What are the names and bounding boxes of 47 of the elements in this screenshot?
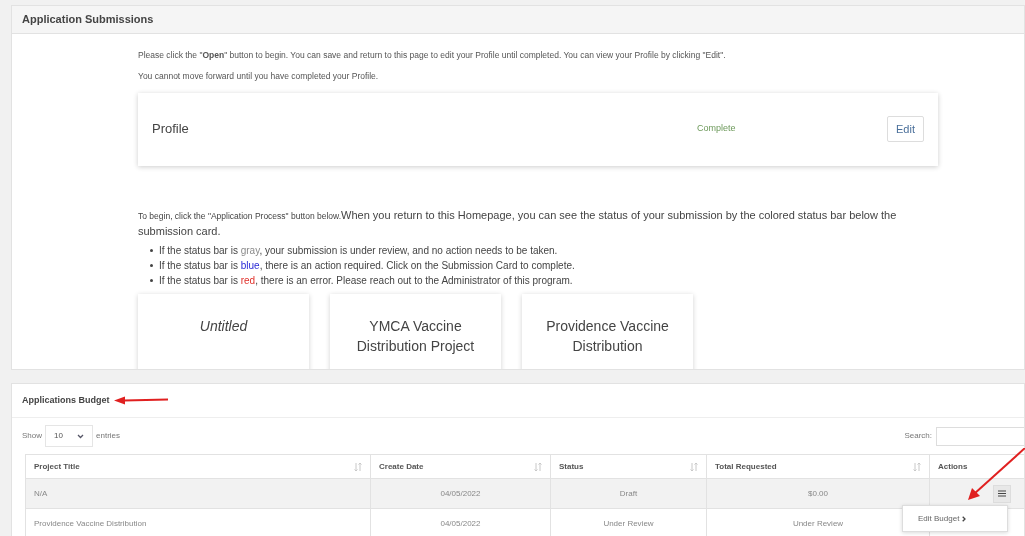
page-size-select[interactable]: 10 (45, 425, 93, 447)
bullet-icon (150, 263, 153, 267)
column-header[interactable]: Total Requested (707, 455, 930, 478)
table-cell: 04/05/2022 (371, 479, 551, 508)
sort-icon (354, 461, 362, 472)
table-cell: Under Review (551, 509, 707, 536)
submission-card[interactable]: Untitled (138, 293, 309, 369)
table-cell: Draft (551, 479, 707, 508)
column-header[interactable]: Create Date (371, 455, 551, 478)
bullet-icon (150, 248, 153, 252)
menu-button[interactable] (993, 484, 1011, 503)
search-field[interactable] (936, 426, 1024, 446)
submission-card[interactable]: Providence Vaccine Distribution (522, 293, 693, 369)
panel-title: Applications Budget (22, 393, 110, 407)
column-header[interactable]: Project Title (26, 455, 371, 478)
status-bullet: If the status bar is blue, there is an action required. Click on the Submission Card to complete. (150, 257, 934, 273)
panel-title: Application Submissions (22, 12, 154, 28)
status-bullet: If the status bar is gray, your submission is under review, and no action needs to be taken. (150, 242, 934, 258)
chevron-down-icon (77, 433, 84, 439)
show-label: Show (22, 430, 42, 442)
edit-budget-item[interactable]: Edit Budget (918, 512, 967, 525)
card-title: Untitled (199, 316, 248, 336)
column-header[interactable]: Status (551, 455, 707, 478)
submission-card[interactable]: YMCA Vaccine Distribution Project (330, 293, 501, 369)
card-title: Providence Vaccine Distribution (545, 316, 670, 356)
sort-icon (913, 461, 921, 472)
instructions-text: To begin, click the "Application Process" button below.When you return to this Homepage, you can see the status of your submission by the colored status bar below the submission card. (138, 207, 898, 239)
sort-icon (690, 461, 698, 472)
table-cell: Providence Vaccine Distribution (26, 509, 371, 536)
status-bullet: If the status bar is red, there is an error. Please reach out to the Administrator of this program. (150, 272, 934, 288)
table-cell: 04/05/2022 (371, 509, 551, 536)
status-text: Complete (697, 122, 737, 136)
pointer-arrow (114, 395, 168, 405)
chevron-right-icon (962, 515, 967, 522)
table-cell: N/A (26, 479, 371, 508)
card-title: YMCA Vaccine Distribution Project (355, 316, 476, 356)
column-header[interactable]: Actions (930, 455, 1024, 478)
intro-text: Please click the "Open" button to begin. You can save and return to this page to edit your Profile until completed. You can view your Profile by clicking "Edit". (138, 49, 727, 62)
pointer-arrow (966, 448, 1025, 502)
bullet-icon (150, 278, 153, 282)
search-label: Search: (904, 430, 932, 442)
entries-label: entries (96, 430, 121, 442)
menu-icon (998, 490, 1006, 497)
note-text: You cannot move forward until you have completed your Profile. (138, 69, 380, 83)
edit-button[interactable]: Edit (887, 115, 924, 143)
sort-icon (534, 461, 542, 472)
profile-label: Profile (152, 120, 190, 139)
